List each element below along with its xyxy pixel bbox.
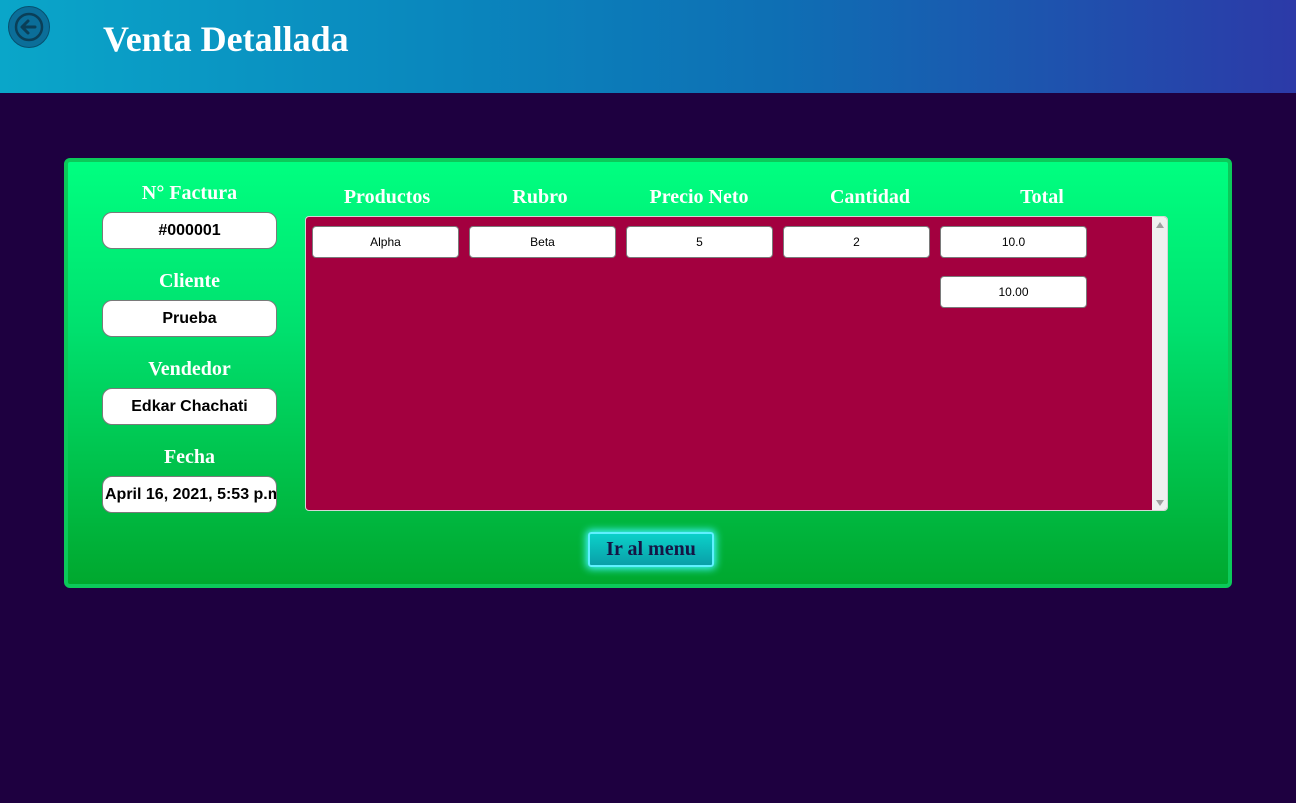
cell-precio-neto[interactable]: 5	[626, 226, 773, 258]
column-header-total: Total	[1020, 186, 1064, 208]
date-label: Fecha	[163, 446, 216, 468]
column-header-precio-neto: Precio Neto	[649, 186, 749, 208]
seller-field[interactable]: Edkar Chachati	[102, 388, 277, 425]
cell-producto[interactable]: Alpha	[312, 226, 459, 258]
sale-detail-card: N° Factura #000001 Cliente Prueba Vended…	[64, 158, 1232, 588]
arrow-left-circle-icon	[14, 12, 44, 42]
column-header-productos: Productos	[343, 186, 431, 208]
grand-total-field[interactable]: 10.00	[940, 276, 1087, 308]
table-scrollbar[interactable]	[1152, 217, 1167, 510]
page-title: Venta Detallada	[103, 19, 349, 59]
go-to-menu-button[interactable]: Ir al menu	[588, 532, 714, 567]
back-button[interactable]	[8, 6, 50, 48]
cell-cantidad[interactable]: 2	[783, 226, 930, 258]
scroll-up-button[interactable]	[1152, 217, 1167, 232]
header-bar: Venta Detallada	[0, 0, 1296, 93]
column-header-cantidad: Cantidad	[829, 186, 911, 208]
scroll-down-button[interactable]	[1152, 495, 1167, 510]
invoice-number-field[interactable]: #000001	[102, 212, 277, 249]
products-table: Alpha Beta 5 2 10.0 10.00	[305, 216, 1168, 511]
invoice-number-label: N° Factura	[141, 182, 238, 204]
cell-total[interactable]: 10.0	[940, 226, 1087, 258]
client-label: Cliente	[158, 270, 221, 292]
triangle-down-icon	[1155, 499, 1164, 506]
date-field[interactable]: April 16, 2021, 5:53 p.m.	[102, 476, 277, 513]
seller-label: Vendedor	[148, 358, 231, 380]
client-field[interactable]: Prueba	[102, 300, 277, 337]
column-header-rubro: Rubro	[512, 186, 568, 208]
cell-rubro[interactable]: Beta	[469, 226, 616, 258]
triangle-up-icon	[1155, 221, 1164, 228]
